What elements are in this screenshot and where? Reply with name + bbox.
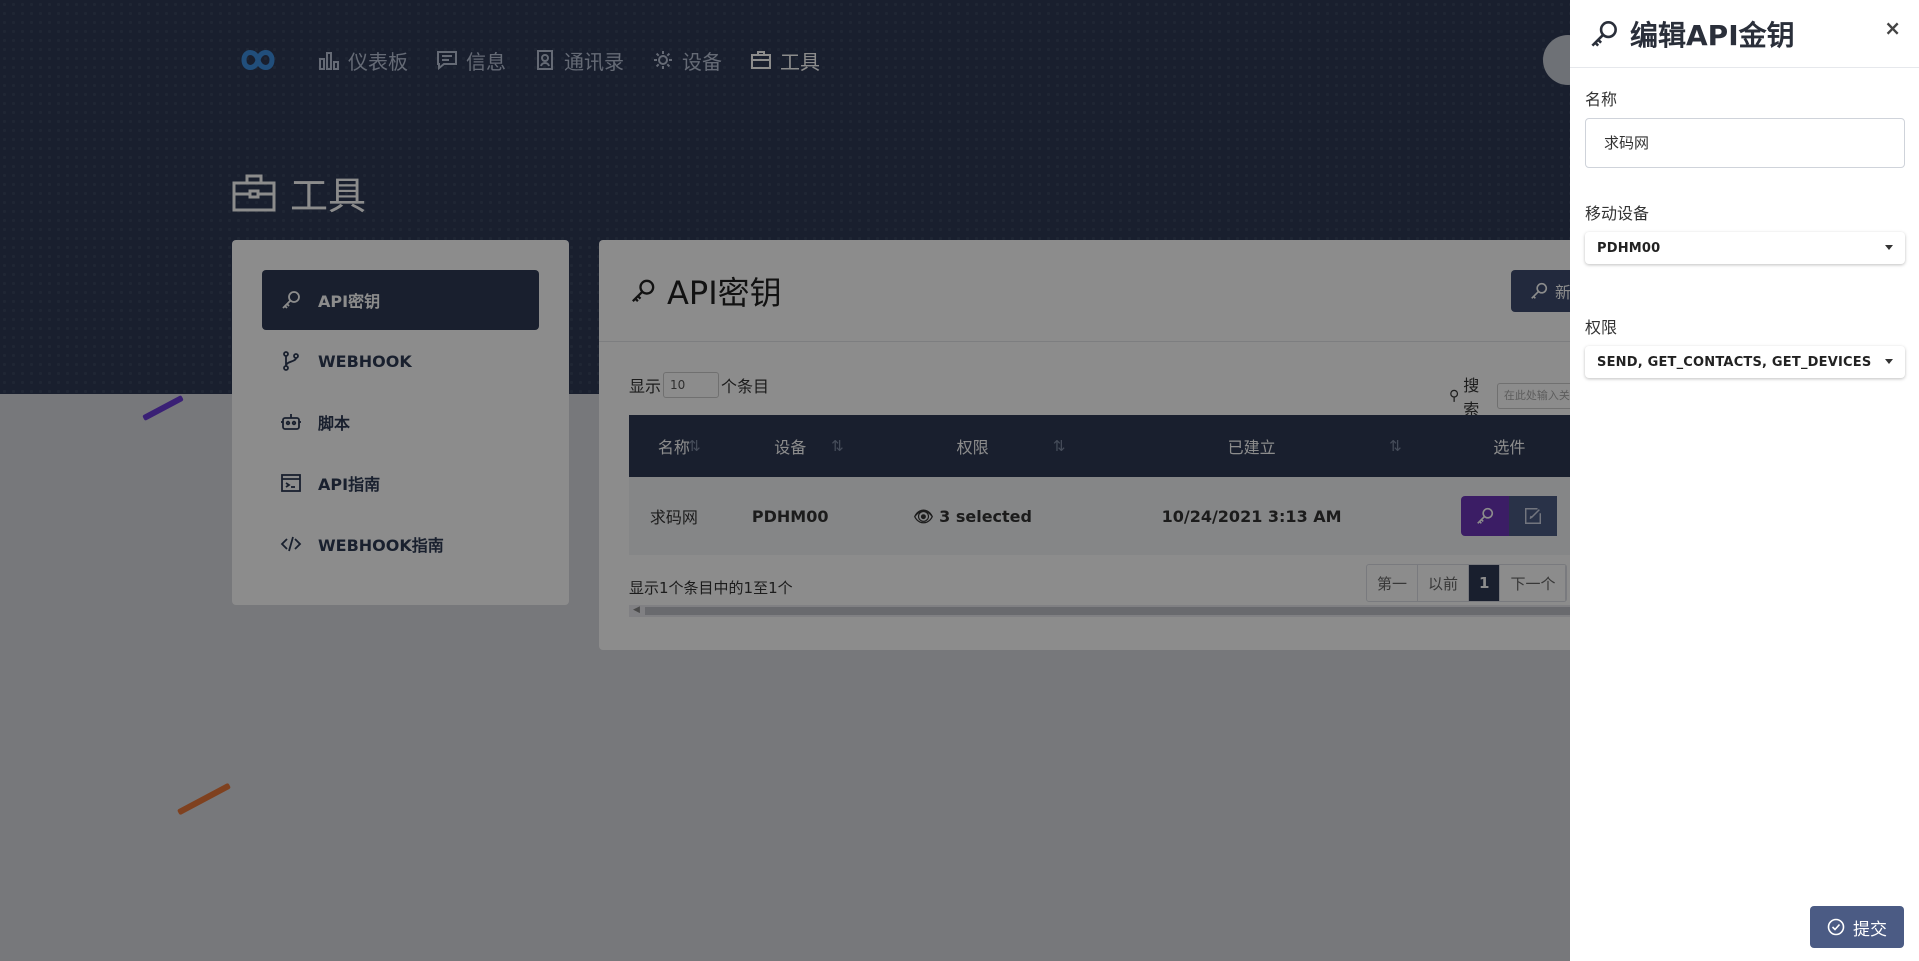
name-field-label: 名称 <box>1585 90 1618 109</box>
submit-button[interactable]: 提交 <box>1810 906 1904 948</box>
close-icon[interactable]: × <box>1884 16 1901 40</box>
caret-down-icon <box>1885 359 1893 364</box>
drawer-header: 编辑API金钥 <box>1570 0 1919 68</box>
name-field[interactable]: 求码网 <box>1585 118 1905 168</box>
edit-api-key-drawer: 编辑API金钥 × 名称 求码网 移动设备 PDHM00 权限 SEND, GE… <box>1570 0 1919 961</box>
device-select-value: PDHM00 <box>1597 240 1661 256</box>
device-field-label: 移动设备 <box>1585 204 1650 223</box>
caret-down-icon <box>1885 245 1893 250</box>
permissions-select[interactable]: SEND, GET_CONTACTS, GET_DEVICES <box>1585 346 1905 378</box>
key-icon <box>1591 20 1617 47</box>
drawer-title: 编辑API金钥 <box>1630 18 1795 52</box>
permissions-select-value: SEND, GET_CONTACTS, GET_DEVICES <box>1597 354 1872 370</box>
submit-label: 提交 <box>1853 919 1887 940</box>
permissions-field-label: 权限 <box>1585 318 1618 337</box>
device-select[interactable]: PDHM00 <box>1585 232 1905 264</box>
check-circle-icon <box>1827 918 1845 936</box>
